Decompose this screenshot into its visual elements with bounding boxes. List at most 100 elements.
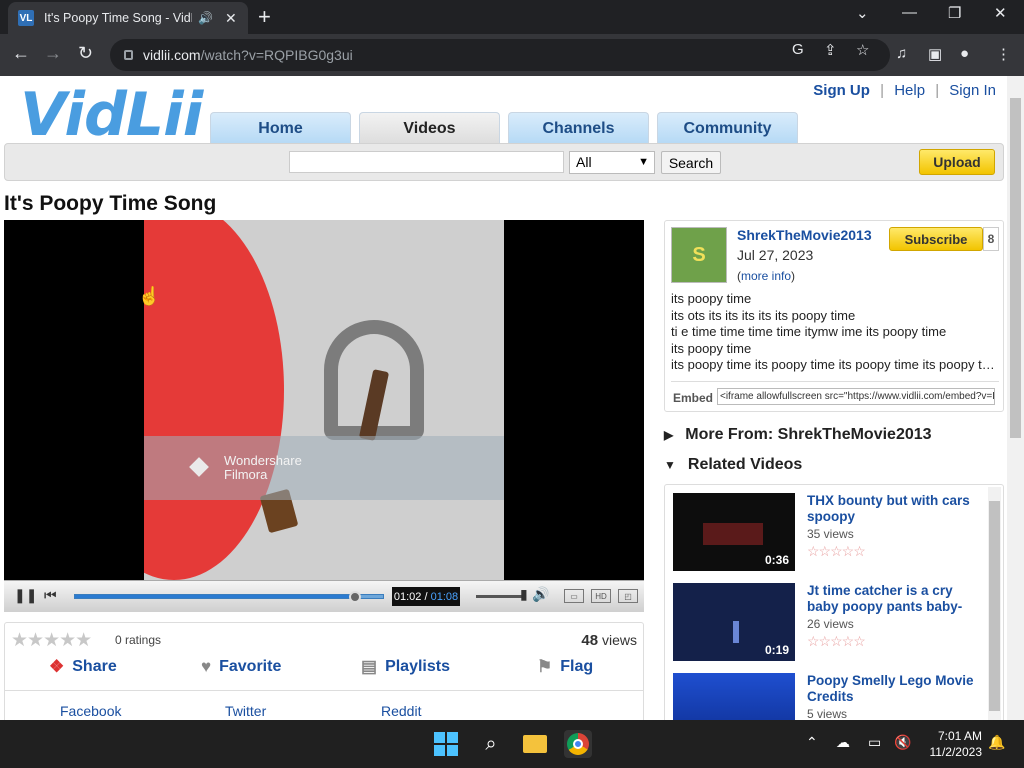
description-line: its poopy time [671,291,752,306]
related-stars: ☆☆☆☆☆ [807,543,866,559]
rating-stars[interactable]: ★★★★★ [11,629,92,652]
facebook-link[interactable]: Facebook [60,703,121,719]
duration-badge: 0:36 [764,553,789,567]
windows-start-icon[interactable] [432,730,460,758]
browser-toolbar: ← → ↻ vidlii.com /watch?v=RQPIBG0g3ui G … [0,34,1024,76]
video-thumbnail[interactable]: 0:19 [673,583,795,661]
embed-code-field[interactable]: <iframe allowfullscreen src="https://www… [717,388,995,405]
share-button[interactable]: ❖ Share [49,657,117,677]
vidlii-logo[interactable]: VidLii [20,80,203,150]
theater-mode-icon[interactable]: ▭ [564,589,584,603]
volume-slider[interactable] [476,595,526,598]
search-input[interactable] [289,151,564,173]
search-category-select[interactable]: All ▼ [569,151,655,174]
restore-icon[interactable]: ❐ [948,4,961,22]
reload-icon[interactable]: ↻ [78,43,93,64]
more-info-link[interactable]: more info [741,269,791,283]
account-links: Sign Up | Help | Sign In [813,82,996,99]
related-scrollbar[interactable] [988,487,1001,720]
description-line: ti e time time time time itymw ime its p… [671,324,947,339]
list-item[interactable]: Poopy Smelly Lego Movie Credits 5 views … [673,673,983,720]
time-separator: / [424,590,428,603]
page-scrollbar[interactable] [1007,76,1024,720]
volume-muted-icon[interactable]: 🔇 [894,734,911,751]
tab-videos[interactable]: Videos [359,112,500,144]
list-item[interactable]: 0:36 THX bounty but with cars spoopy 35 … [673,493,983,575]
tab-search-chevron-icon[interactable]: ⌄ [856,4,869,22]
tab-community[interactable]: Community [657,112,798,144]
side-panel-icon[interactable]: ▣ [928,45,942,63]
onedrive-cloud-icon[interactable]: ☁ [836,734,850,751]
forward-arrow-icon[interactable]: → [44,43,62,64]
share-icon: ❖ [49,657,65,676]
file-explorer-icon[interactable] [521,730,549,758]
share-page-icon[interactable]: ⇪ [824,41,837,59]
fullscreen-icon[interactable]: ◰ [618,589,638,603]
video-thumbnail[interactable]: 0:36 [673,493,795,571]
speaker-icon[interactable]: 🔊 [198,11,213,25]
network-icon[interactable]: ▭ [868,734,881,751]
sign-up-link[interactable]: Sign Up [813,82,870,99]
related-videos-header[interactable]: ▼ Related Videos [664,456,802,474]
watermark-overlay: Wondershare Filmora [144,436,504,500]
duration-badge: 0:19 [764,643,789,657]
previous-icon[interactable]: ⏮ [44,587,57,604]
bookmark-star-icon[interactable]: ☆ [856,41,869,59]
search-icon[interactable]: ⌕ [477,730,505,758]
chrome-icon[interactable] [564,730,592,758]
sign-in-link[interactable]: Sign In [949,82,996,99]
chevron-down-icon: ▼ [638,156,649,168]
browser-tab[interactable]: VL It's Poopy Time Song - VidLii 🔊 ✕ [8,2,248,34]
playlists-button[interactable]: ▤ Playlists [361,657,450,677]
flag-button[interactable]: ⚑ Flag [537,657,593,677]
twitter-link[interactable]: Twitter [225,703,266,719]
related-scrollbar-thumb[interactable] [989,501,1000,711]
menu-kebab-icon[interactable]: ⋮ [996,45,1011,63]
hd-button[interactable]: HD [591,589,611,603]
related-videos-list: 0:36 THX bounty but with cars spoopy 35 … [664,484,1004,720]
address-bar[interactable]: vidlii.com /watch?v=RQPIBG0g3ui [110,39,890,71]
related-title[interactable]: THX bounty but with cars spoopy [807,493,979,525]
minimize-icon[interactable]: — [902,4,917,21]
share-label: Share [72,658,117,675]
close-window-icon[interactable]: ✕ [994,4,1007,22]
tab-channels[interactable]: Channels [508,112,649,144]
favorite-button[interactable]: ♥ Favorite [201,657,281,677]
google-icon[interactable]: G [792,41,804,58]
subscribe-button[interactable]: Subscribe [889,227,983,251]
video-thumbnail[interactable] [673,673,795,720]
help-link[interactable]: Help [894,82,925,99]
progress-knob[interactable] [349,591,362,603]
media-control-icon[interactable]: ♫ [896,45,907,62]
video-player[interactable]: Wondershare Filmora ☝ ❚❚ ⏮ 01:02 / 01:08… [4,220,644,612]
clock[interactable]: 7:01 AM 11/2/2023 [930,728,983,760]
related-views: 5 views [807,707,848,720]
uploader-box: S ShrekTheMovie2013 Jul 27, 2023 (more i… [664,220,1004,412]
views-number: 48 [581,632,599,649]
more-from-header[interactable]: ▶ More From: ShrekTheMovie2013 [664,426,932,444]
search-button[interactable]: Search [661,151,721,174]
list-item[interactable]: 0:19 Jt time catcher is a cry baby poopy… [673,583,983,665]
tab-close-icon[interactable]: ✕ [225,10,237,27]
related-title[interactable]: Poopy Smelly Lego Movie Credits [807,673,979,705]
notification-bell-icon[interactable]: 🔔 [988,734,1005,751]
search-bar: All ▼ Search Upload [4,143,1004,181]
upload-button[interactable]: Upload [919,149,995,175]
profile-icon[interactable]: ● [960,45,969,62]
avatar[interactable]: S [671,227,727,283]
embed-row: Embed <iframe allowfullscreen src="https… [671,381,999,409]
volume-knob[interactable]: ▮ [520,586,528,603]
volume-icon[interactable]: 🔊 [532,586,549,603]
chevron-up-icon[interactable]: ⌃ [806,734,818,751]
tab-home[interactable]: Home [210,112,351,144]
new-tab-icon[interactable]: + [258,4,271,30]
page-scrollbar-thumb[interactable] [1010,98,1021,438]
related-views: 35 views [807,527,854,541]
progress-bar[interactable] [74,591,384,603]
related-title[interactable]: Jt time catcher is a cry baby poopy pant… [807,583,979,615]
pause-icon[interactable]: ❚❚ [14,587,37,604]
reddit-link[interactable]: Reddit [381,703,421,719]
uploader-name[interactable]: ShrekTheMovie2013 [737,227,872,243]
upload-date: Jul 27, 2023 [737,247,814,263]
back-arrow-icon[interactable]: ← [12,43,30,64]
